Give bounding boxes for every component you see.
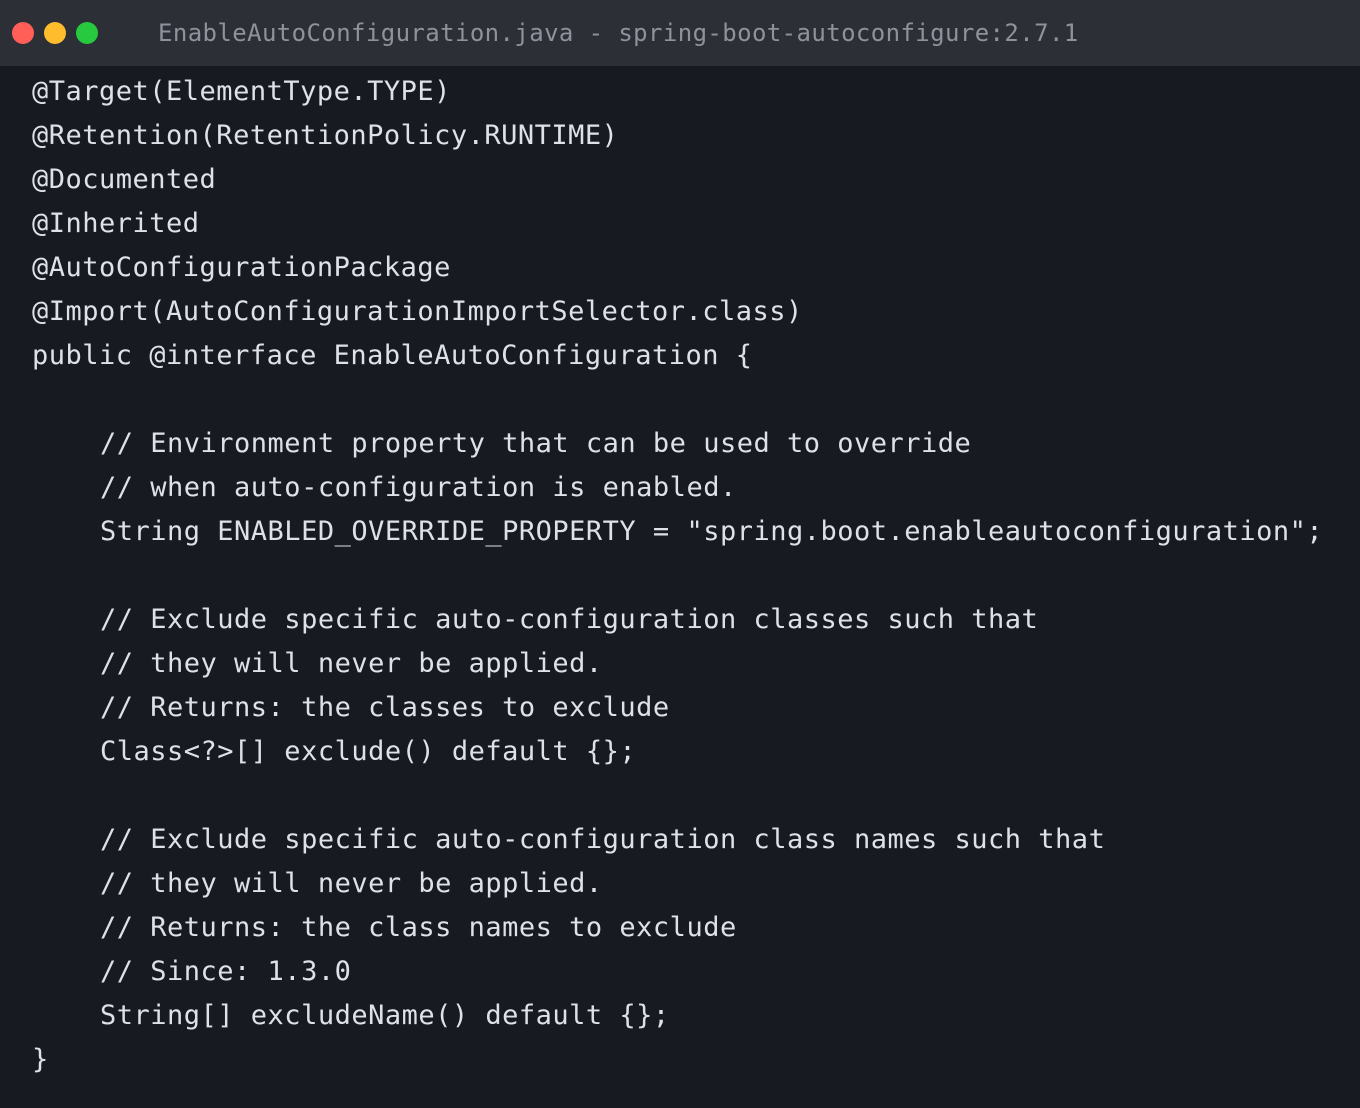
code-line: // Since: 1.3.0 [100, 956, 352, 987]
code-line: // Returns: the class names to exclude [100, 912, 737, 943]
code-window: EnableAutoConfiguration.java - spring-bo… [0, 0, 1360, 1108]
code-line: public @interface EnableAutoConfiguratio… [32, 340, 753, 371]
code-line: // they will never be applied. [100, 648, 603, 679]
code-line: String[] excludeName() default {}; [100, 1000, 670, 1031]
maximize-window-button[interactable] [76, 22, 98, 44]
code-line: Class<?>[] exclude() default {}; [100, 736, 637, 767]
code-line: // Exclude specific auto-configuration c… [100, 604, 1039, 635]
code-editor[interactable]: @Target(ElementType.TYPE) @Retention(Rete… [0, 70, 1360, 1108]
close-window-button[interactable] [12, 22, 34, 44]
code-line: String ENABLED_OVERRIDE_PROPERTY = "spri… [100, 516, 1324, 547]
code-line: @Retention(RetentionPolicy.RUNTIME) [32, 120, 619, 151]
code-line: } [32, 1044, 49, 1075]
minimize-window-button[interactable] [44, 22, 66, 44]
title-bar: EnableAutoConfiguration.java - spring-bo… [0, 0, 1360, 66]
code-line: // Environment property that can be used… [100, 428, 972, 459]
code-line: // Returns: the classes to exclude [100, 692, 670, 723]
code-line: // they will never be applied. [100, 868, 603, 899]
code-line: @Import(AutoConfigurationImportSelector.… [32, 296, 803, 327]
code-line: @Target(ElementType.TYPE) [32, 76, 451, 107]
code-line: @Inherited [32, 208, 200, 239]
window-title: EnableAutoConfiguration.java - spring-bo… [158, 19, 1079, 47]
code-line: // Exclude specific auto-configuration c… [100, 824, 1106, 855]
code-line: @Documented [32, 164, 217, 195]
code-line: @AutoConfigurationPackage [32, 252, 451, 283]
code-line: // when auto-configuration is enabled. [100, 472, 737, 503]
